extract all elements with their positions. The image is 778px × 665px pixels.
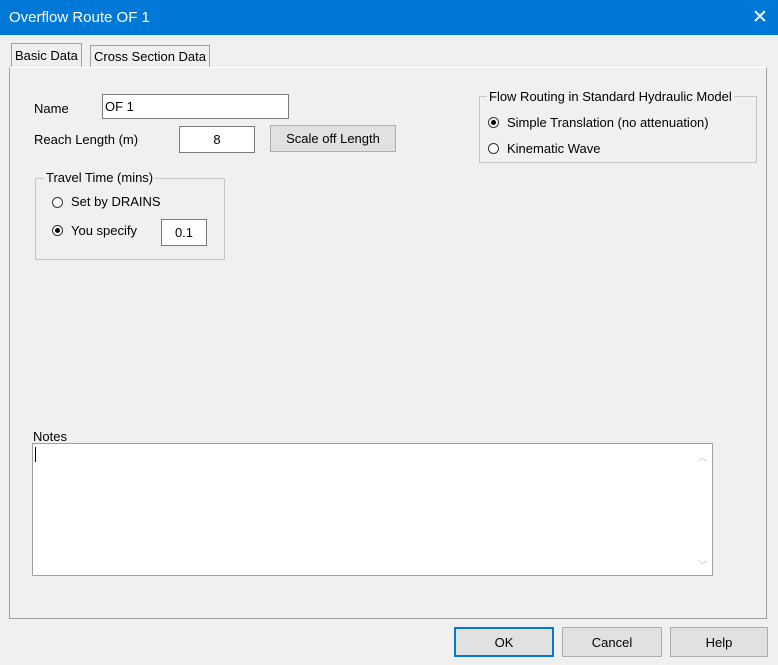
kinematic-wave-label: Kinematic Wave bbox=[507, 141, 601, 156]
text-cursor bbox=[35, 447, 36, 462]
radio-selected-dot bbox=[491, 120, 496, 125]
title-bar: Overflow Route OF 1 ✕ bbox=[0, 0, 778, 35]
name-label: Name bbox=[34, 101, 69, 116]
set-by-drains-label: Set by DRAINS bbox=[71, 194, 161, 209]
tab-label: Basic Data bbox=[15, 48, 78, 63]
you-specify-label: You specify bbox=[71, 223, 138, 238]
notes-label: Notes bbox=[33, 429, 67, 444]
travel-time-legend: Travel Time (mins) bbox=[44, 170, 156, 185]
travel-time-field[interactable] bbox=[161, 219, 207, 246]
cancel-button[interactable]: Cancel bbox=[562, 627, 662, 657]
you-specify-radio[interactable] bbox=[52, 225, 63, 236]
tab-cross-section-data[interactable]: Cross Section Data bbox=[90, 45, 210, 67]
tab-basic-data[interactable]: Basic Data bbox=[11, 43, 82, 67]
set-by-drains-radio[interactable] bbox=[52, 197, 63, 208]
scroll-up-icon[interactable]: ︿ bbox=[694, 449, 711, 464]
flow-routing-legend: Flow Routing in Standard Hydraulic Model bbox=[487, 89, 734, 104]
help-button[interactable]: Help bbox=[670, 627, 768, 657]
notes-scrollbar[interactable]: ︿ ﹀ bbox=[694, 444, 711, 575]
ok-button[interactable]: OK bbox=[454, 627, 554, 657]
reach-length-label: Reach Length (m) bbox=[34, 132, 139, 147]
scroll-down-icon[interactable]: ﹀ bbox=[694, 557, 711, 572]
notes-textarea[interactable]: ︿ ﹀ bbox=[32, 443, 713, 576]
name-field[interactable] bbox=[102, 94, 289, 119]
window-title: Overflow Route OF 1 bbox=[9, 9, 150, 26]
kinematic-wave-radio[interactable] bbox=[488, 143, 499, 154]
simple-translation-radio[interactable] bbox=[488, 117, 499, 128]
simple-translation-label: Simple Translation (no attenuation) bbox=[507, 115, 709, 130]
tab-label: Cross Section Data bbox=[94, 49, 206, 64]
scale-off-length-button[interactable]: Scale off Length bbox=[270, 125, 396, 152]
reach-length-field[interactable] bbox=[179, 126, 255, 153]
close-icon[interactable]: ✕ bbox=[742, 0, 778, 35]
radio-selected-dot bbox=[55, 228, 60, 233]
